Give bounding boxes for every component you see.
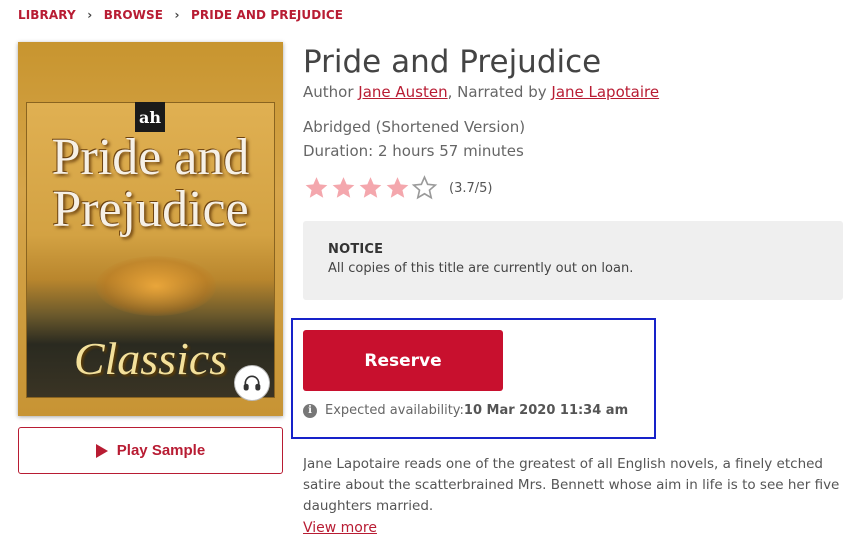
publisher-logo: ah <box>135 102 165 132</box>
breadcrumb-current[interactable]: PRIDE AND PREJUDICE <box>191 8 343 22</box>
chevron-right-icon: › <box>174 8 180 22</box>
narrator-prefix: , Narrated by <box>447 83 552 101</box>
availability-label: Expected availability: <box>325 403 464 418</box>
cover-hands-illustration <box>96 256 216 316</box>
star-icon <box>359 177 382 198</box>
author-prefix: Author <box>303 83 359 101</box>
book-credits: Author Jane Austen, Narrated by Jane Lap… <box>303 83 659 101</box>
book-cover[interactable]: ah Pride and Prejudice Classics <box>18 42 283 416</box>
breadcrumb: LIBRARY › BROWSE › PRIDE AND PREJUDICE <box>18 8 343 22</box>
notice-body: All copies of this title are currently o… <box>328 261 634 276</box>
breadcrumb-browse[interactable]: BROWSE <box>104 8 163 22</box>
notice-panel: NOTICE All copies of this title are curr… <box>303 221 843 300</box>
cover-title-line1: Pride and <box>51 129 250 186</box>
view-more-link[interactable]: View more <box>303 520 377 536</box>
chevron-right-icon: › <box>87 8 93 22</box>
star-icon <box>332 177 355 198</box>
play-sample-button[interactable]: Play Sample <box>18 427 283 474</box>
book-title: Pride and Prejudice <box>303 44 602 80</box>
edition-label: Abridged (Shortened Version) <box>303 118 526 136</box>
narrator-link[interactable]: Jane Lapotaire <box>551 83 659 101</box>
author-link[interactable]: Jane Austen <box>358 83 447 101</box>
breadcrumb-library[interactable]: LIBRARY <box>18 8 76 22</box>
info-icon: i <box>303 403 317 418</box>
duration-label: Duration: 2 hours 57 minutes <box>303 142 524 160</box>
star-rating: (3.7/5) <box>303 175 492 201</box>
star-icon <box>386 177 409 198</box>
book-description: Jane Lapotaire reads one of the greatest… <box>303 456 840 514</box>
availability-date: 10 Mar 2020 11:34 am <box>463 403 629 418</box>
cover-title-line2: Prejudice <box>52 181 249 238</box>
cover-title: Pride and Prejudice <box>18 132 283 236</box>
notice-heading: NOTICE <box>328 242 384 257</box>
play-icon <box>95 443 108 458</box>
play-sample-label: Play Sample <box>116 442 206 459</box>
rating-value: (3.7/5) <box>449 180 493 196</box>
headphones-icon <box>234 365 270 401</box>
star-icon <box>305 177 328 198</box>
reserve-button[interactable]: Reserve <box>303 330 503 391</box>
availability-info: i Expected availability: 10 Mar 2020 11:… <box>303 403 628 418</box>
star-icon <box>411 175 438 200</box>
